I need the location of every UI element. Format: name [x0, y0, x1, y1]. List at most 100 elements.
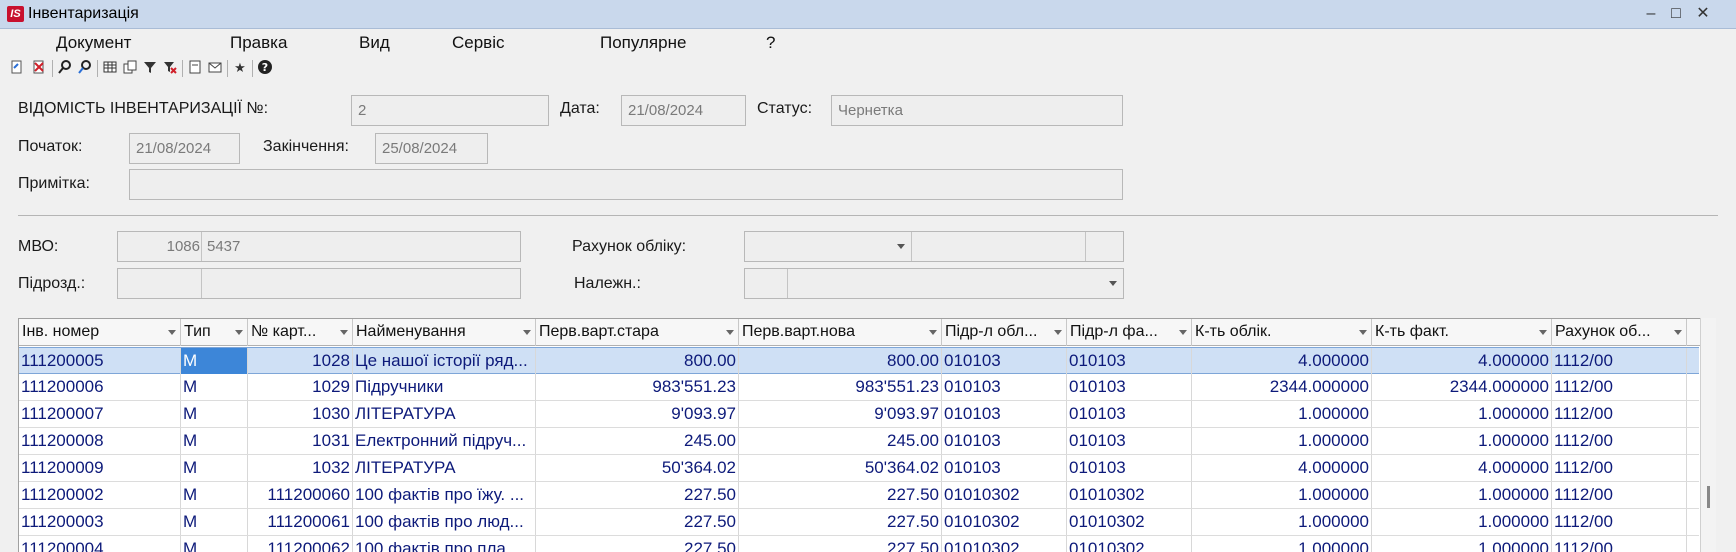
cell-account[interactable]: 1112/00	[1552, 536, 1687, 552]
cell-name[interactable]: ЛІТЕРАТУРА	[353, 455, 536, 481]
cell-type[interactable]: М	[181, 482, 248, 508]
column-filter-icon[interactable]	[1179, 330, 1187, 335]
cell-type[interactable]: М	[181, 536, 248, 552]
column-filter-icon[interactable]	[1674, 330, 1682, 335]
cell-account[interactable]: 1112/00	[1552, 374, 1687, 400]
cell-account[interactable]: 1112/00	[1552, 428, 1687, 454]
col-header-qty-accounted[interactable]: К-ть облік.	[1192, 319, 1372, 346]
mail-icon[interactable]	[206, 59, 224, 77]
cell-qty-accounted[interactable]: 2344.000000	[1192, 374, 1372, 400]
cell-name[interactable]: ЛІТЕРАТУРА	[353, 401, 536, 427]
cell-account[interactable]: 1112/00	[1552, 509, 1687, 535]
table-row[interactable]: 111200002 М 111200060 100 фактів про їжу. .…	[19, 482, 1699, 509]
menu-service[interactable]: Сервіс	[452, 33, 505, 53]
cell-accounting-unit[interactable]: 010103	[942, 348, 1067, 374]
cell-accounting-unit[interactable]: 010103	[942, 401, 1067, 427]
cell-inv-number[interactable]: 111200002	[19, 482, 181, 508]
cell-accounting-unit[interactable]: 010103	[942, 374, 1067, 400]
cell-actual-unit[interactable]: 010103	[1067, 374, 1192, 400]
document-number-field[interactable]: 2	[351, 95, 549, 126]
cell-old-cost[interactable]: 227.50	[536, 509, 739, 535]
cell-qty-actual[interactable]: 1.000000	[1372, 482, 1552, 508]
column-filter-icon[interactable]	[523, 330, 531, 335]
cell-actual-unit[interactable]: 01010302	[1067, 509, 1192, 535]
col-header-inv-number[interactable]: Інв. номер	[19, 319, 181, 346]
cell-old-cost[interactable]: 9'093.97	[536, 401, 739, 427]
cell-new-cost[interactable]: 227.50	[739, 482, 942, 508]
add-doc-icon[interactable]	[8, 59, 26, 77]
find-next-icon[interactable]	[76, 59, 94, 77]
table-row[interactable]: 111200003 М 111200061 100 фактів про люд...…	[19, 509, 1699, 536]
col-header-old-cost[interactable]: Перв.варт.стара	[536, 319, 739, 346]
cell-name[interactable]: 100 фактів про їжу. ...	[353, 482, 536, 508]
search-icon[interactable]	[56, 59, 74, 77]
cell-inv-number[interactable]: 111200005	[19, 348, 181, 374]
cell-inv-number[interactable]: 111200006	[19, 374, 181, 400]
clear-filter-icon[interactable]	[161, 59, 179, 77]
cell-accounting-unit[interactable]: 010103	[942, 455, 1067, 481]
cell-type[interactable]: М	[181, 428, 248, 454]
cell-qty-accounted[interactable]: 1.000000	[1192, 482, 1372, 508]
scrollbar-thumb[interactable]	[1707, 486, 1710, 508]
cell-card-number[interactable]: 1030	[248, 401, 353, 427]
cell-inv-number[interactable]: 111200004	[19, 536, 181, 552]
cell-qty-actual[interactable]: 4.000000	[1372, 455, 1552, 481]
account-field[interactable]	[744, 231, 1124, 262]
cell-qty-accounted[interactable]: 1.000000	[1192, 401, 1372, 427]
column-filter-icon[interactable]	[1539, 330, 1547, 335]
cell-qty-accounted[interactable]: 1.000000	[1192, 509, 1372, 535]
star-icon[interactable]: ★	[231, 59, 249, 77]
column-filter-icon[interactable]	[1054, 330, 1062, 335]
copy-icon[interactable]	[121, 59, 139, 77]
cell-card-number[interactable]: 111200062	[248, 536, 353, 552]
cell-inv-number[interactable]: 111200007	[19, 401, 181, 427]
col-header-name[interactable]: Найменування	[353, 319, 536, 346]
start-date-field[interactable]: 21/08/2024	[129, 133, 240, 164]
cell-old-cost[interactable]: 983'551.23	[536, 374, 739, 400]
column-filter-icon[interactable]	[726, 330, 734, 335]
column-filter-icon[interactable]	[235, 330, 243, 335]
chevron-down-icon[interactable]	[1109, 281, 1117, 286]
cell-card-number[interactable]: 1032	[248, 455, 353, 481]
cell-account[interactable]: 1112/00	[1552, 482, 1687, 508]
maximize-icon[interactable]: □	[1665, 4, 1687, 24]
cell-actual-unit[interactable]: 01010302	[1067, 536, 1192, 552]
cell-qty-actual[interactable]: 1.000000	[1372, 401, 1552, 427]
table-icon[interactable]	[101, 59, 119, 77]
cell-type[interactable]: М	[181, 348, 248, 374]
cell-old-cost[interactable]: 245.00	[536, 428, 739, 454]
col-header-account[interactable]: Рахунок об...	[1552, 319, 1687, 346]
table-row[interactable]: 111200008 М 1031 Електронний підруч... 245.0…	[19, 428, 1699, 455]
cell-new-cost[interactable]: 983'551.23	[739, 374, 942, 400]
delete-doc-icon[interactable]	[30, 59, 48, 77]
table-row[interactable]: 111200006 М 1029 Підручники 983'551.23 983'55…	[19, 374, 1699, 401]
cell-name[interactable]: 100 фактів про пла...	[353, 536, 536, 552]
cell-inv-number[interactable]: 111200008	[19, 428, 181, 454]
col-header-accounting-unit[interactable]: Підр-л обл...	[942, 319, 1067, 346]
cell-qty-accounted[interactable]: 4.000000	[1192, 455, 1372, 481]
cell-type[interactable]: М	[181, 455, 248, 481]
cell-actual-unit[interactable]: 010103	[1067, 455, 1192, 481]
menu-view[interactable]: Вид	[359, 33, 390, 53]
col-header-qty-actual[interactable]: К-ть факт.	[1372, 319, 1552, 346]
table-row[interactable]: 111200009 М 1032 ЛІТЕРАТУРА 50'364.02 50'364.…	[19, 455, 1699, 482]
cell-old-cost[interactable]: 227.50	[536, 482, 739, 508]
table-row[interactable]: 111200004 М 111200062 100 фактів про пла...…	[19, 536, 1699, 552]
cell-new-cost[interactable]: 245.00	[739, 428, 942, 454]
menu-popular[interactable]: Популярне	[600, 33, 686, 53]
cell-card-number[interactable]: 1031	[248, 428, 353, 454]
column-filter-icon[interactable]	[929, 330, 937, 335]
col-header-type[interactable]: Тип	[181, 319, 248, 346]
status-field[interactable]: Чернетка	[831, 95, 1123, 126]
cell-new-cost[interactable]: 9'093.97	[739, 401, 942, 427]
cell-new-cost[interactable]: 800.00	[739, 348, 942, 374]
cell-qty-actual[interactable]: 1.000000	[1372, 509, 1552, 535]
belonging-field[interactable]	[744, 268, 1124, 299]
cell-actual-unit[interactable]: 010103	[1067, 348, 1192, 374]
mvo-field[interactable]: 1086 5437	[117, 231, 521, 262]
col-header-card-number[interactable]: № карт...	[248, 319, 353, 346]
cell-type[interactable]: М	[181, 374, 248, 400]
cell-name[interactable]: 100 фактів про люд...	[353, 509, 536, 535]
chevron-down-icon[interactable]	[897, 244, 905, 249]
cell-account[interactable]: 1112/00	[1552, 348, 1687, 374]
